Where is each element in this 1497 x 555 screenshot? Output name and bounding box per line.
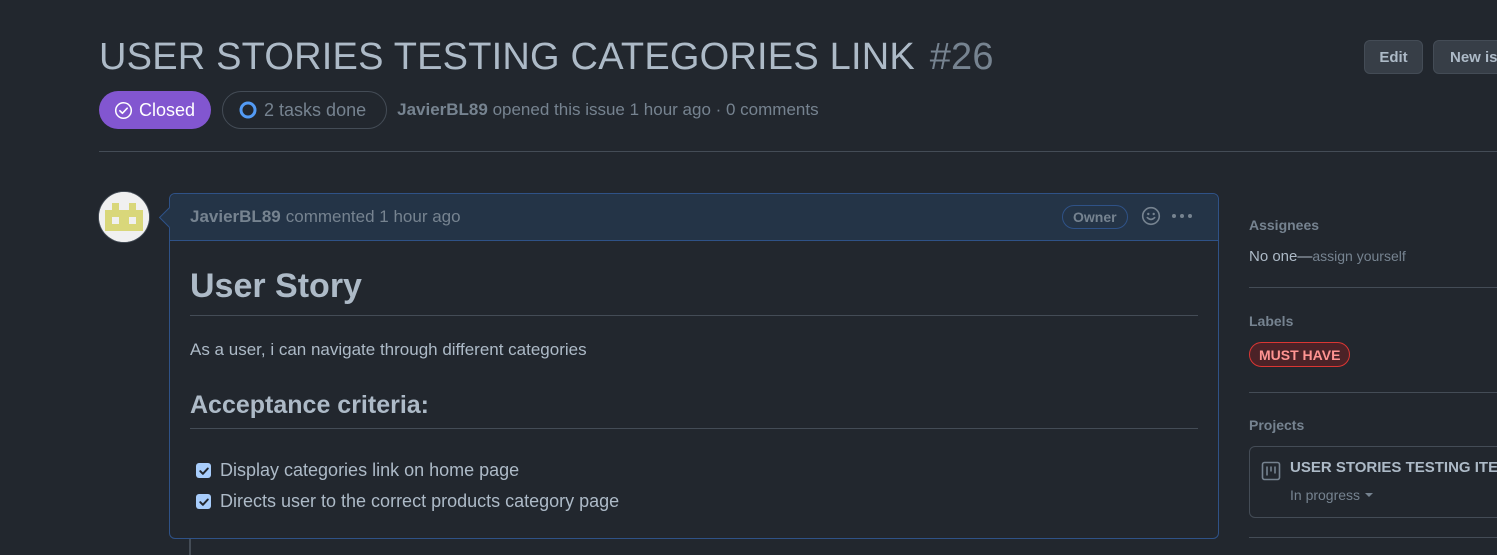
state-badge-label: Closed [139, 99, 196, 120]
task-item-label: Display categories link on home page [220, 460, 520, 480]
new-issue-button[interactable]: New issue [1433, 40, 1497, 74]
comment-header: JavierBL89 commented 1 hour ago Owner [170, 194, 1218, 241]
progress-circle-icon [238, 100, 258, 120]
check-circle-icon [114, 101, 133, 120]
timeline-line [189, 538, 191, 555]
issue-number: #26 [929, 36, 994, 78]
tasks-progress-pill[interactable]: 2 tasks done [222, 91, 388, 129]
assign-yourself-link[interactable]: assign yourself [1312, 248, 1405, 264]
project-name-link[interactable]: USER STORIES TESTING ITERATION [1290, 459, 1497, 476]
comment-body: User Story As a user, i can navigate thr… [170, 265, 1218, 517]
issue-author-link[interactable]: JavierBL89 [397, 100, 488, 119]
labels-heading[interactable]: Labels [1249, 312, 1497, 330]
avatar[interactable] [99, 192, 149, 242]
comment-timestamp[interactable]: commented 1 hour ago [286, 207, 461, 227]
checkbox-icon[interactable] [196, 494, 211, 509]
task-item: Display categories link on home page [196, 455, 1198, 486]
task-list: Display categories link on home page Dir… [190, 455, 1198, 517]
issue-title: USER STORIES TESTING CATEGORIES LINK #26 [99, 34, 994, 80]
task-item-label: Directs user to the correct products cat… [220, 491, 620, 511]
issue-comment: JavierBL89 commented 1 hour ago Owner Us… [169, 193, 1219, 539]
issue-page: USER STORIES TESTING CATEGORIES LINK #26… [0, 0, 1497, 555]
sidebar-projects: Projects [1249, 416, 1497, 434]
projects-heading[interactable]: Projects [1249, 416, 1497, 434]
sidebar-divider [1249, 287, 1497, 288]
sidebar-assignees: Assignees No one—assign yourself [1249, 216, 1497, 265]
caret-down-icon [1364, 491, 1374, 499]
header-divider [99, 151, 1497, 152]
assignees-value: No one—assign yourself [1249, 248, 1497, 265]
edit-button[interactable]: Edit [1364, 40, 1423, 74]
project-card: USER STORIES TESTING ITERATION In progre… [1249, 446, 1497, 518]
project-status-dropdown[interactable]: In progress [1290, 487, 1374, 503]
project-board-icon [1261, 461, 1281, 481]
smiley-icon[interactable] [1141, 206, 1161, 226]
tasks-progress-label: 2 tasks done [264, 99, 367, 120]
kebab-icon[interactable] [1170, 206, 1194, 226]
issue-meta-suffix: opened this issue 1 hour ago · 0 comment… [487, 100, 819, 119]
project-status-label: In progress [1290, 487, 1361, 503]
comment-heading: User Story [190, 265, 1198, 316]
assignees-none-text: No one— [1249, 248, 1313, 265]
sidebar-labels: Labels MUST HAVE [1249, 312, 1497, 367]
owner-badge: Owner [1062, 205, 1128, 229]
label-must-have[interactable]: MUST HAVE [1249, 342, 1351, 367]
assignees-heading[interactable]: Assignees [1249, 216, 1497, 234]
comment-author-link[interactable]: JavierBL89 [190, 207, 281, 227]
task-item: Directs user to the correct products cat… [196, 486, 1198, 517]
checkbox-icon[interactable] [196, 463, 211, 478]
sidebar-divider [1249, 537, 1497, 538]
state-badge: Closed [99, 91, 212, 129]
issue-title-text: USER STORIES TESTING CATEGORIES LINK [99, 36, 915, 78]
comment-subheading: Acceptance criteria: [190, 390, 1198, 429]
comment-paragraph: As a user, i can navigate through differ… [190, 340, 587, 359]
sidebar-divider [1249, 392, 1497, 393]
issue-meta-text: JavierBL89 opened this issue 1 hour ago … [397, 100, 818, 120]
issue-meta-row: Closed 2 tasks done JavierBL89 opened th… [99, 90, 819, 130]
